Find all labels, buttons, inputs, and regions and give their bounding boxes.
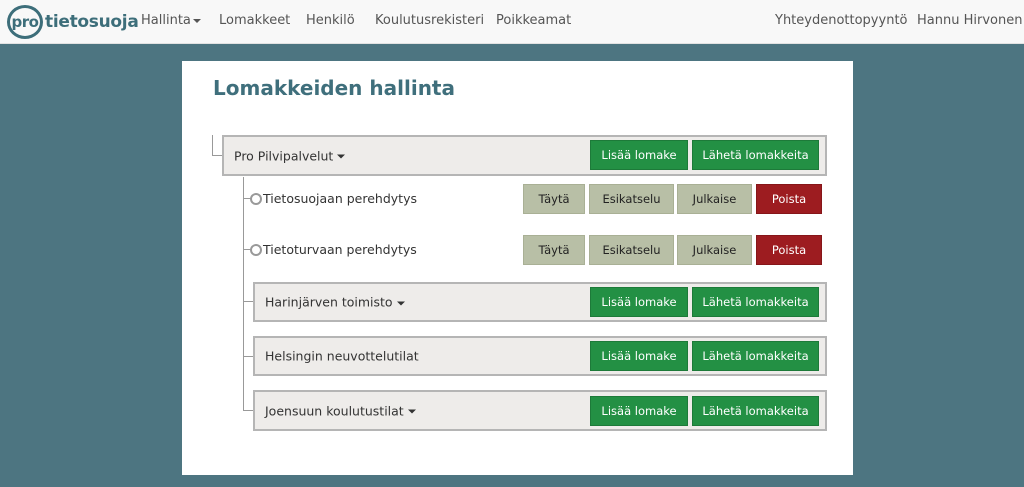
page-title: Lomakkeiden hallinta — [213, 76, 455, 100]
group-harinjarvi: Harinjärven toimisto Lisää lomake Lähetä… — [253, 282, 827, 322]
nav-henkilo[interactable]: Henkilö — [306, 13, 355, 28]
group-helsinki-label: Helsingin neuvottelutilat — [265, 349, 419, 364]
tree-line — [243, 356, 253, 357]
radio-icon[interactable] — [250, 244, 262, 256]
add-form-button[interactable]: Lisää lomake — [590, 396, 688, 426]
group-root-name: Pro Pilvipalvelut — [234, 148, 334, 163]
preview-button[interactable]: Esikatselu — [589, 184, 674, 214]
send-forms-button[interactable]: Lähetä lomakkeita — [692, 341, 819, 371]
send-forms-button[interactable]: Lähetä lomakkeita — [692, 287, 819, 317]
send-forms-button[interactable]: Lähetä lomakkeita — [692, 396, 819, 426]
publish-button[interactable]: Julkaise — [677, 235, 752, 265]
main-panel: Lomakkeiden hallinta Pro Pilvipalvelut L… — [182, 61, 853, 475]
brand-logo[interactable]: pro tietosuoja — [7, 5, 139, 39]
nav-koulutusrekisteri[interactable]: Koulutusrekisteri — [375, 13, 484, 28]
add-form-button[interactable]: Lisää lomake — [590, 341, 688, 371]
nav-poikkeamat[interactable]: Poikkeamat — [496, 13, 571, 28]
caret-down-icon — [396, 301, 405, 305]
tree-line — [243, 177, 244, 410]
nav-hallinta-label: Hallinta — [141, 13, 191, 28]
send-forms-button[interactable]: Lähetä lomakkeita — [692, 140, 819, 170]
form-item: Tietoturvaan perehdytys Täytä Esikatselu… — [250, 235, 825, 265]
form-item: Tietosuojaan perehdytys Täytä Esikatselu… — [250, 184, 825, 214]
delete-button[interactable]: Poista — [756, 235, 822, 265]
group-name: Harinjärven toimisto — [265, 294, 393, 310]
publish-button[interactable]: Julkaise — [677, 184, 752, 214]
tree-line — [243, 410, 253, 411]
delete-button[interactable]: Poista — [756, 184, 822, 214]
group-name: Joensuun koulutustilat — [265, 403, 404, 418]
form-name: Tietosuojaan perehdytys — [263, 191, 417, 206]
group-root-dropdown[interactable]: Pro Pilvipalvelut — [234, 148, 346, 163]
form-name: Tietoturvaan perehdytys — [263, 242, 417, 257]
tree-line — [243, 301, 253, 302]
group-harinjarvi-dropdown[interactable]: Harinjärven toimisto — [265, 295, 405, 310]
user-menu-dropdown[interactable]: Hannu Hirvonen — [917, 13, 1024, 28]
logo-badge: pro — [7, 5, 43, 39]
fill-button[interactable]: Täytä — [523, 235, 585, 265]
tree-line — [212, 155, 222, 156]
logo-text: tietosuoja — [45, 12, 139, 32]
caret-down-icon — [192, 18, 201, 23]
nav-yhteydenottopyynto[interactable]: Yhteydenottopyyntö — [775, 13, 908, 28]
group-joensuu-dropdown[interactable]: Joensuun koulutustilat — [265, 403, 416, 418]
radio-icon[interactable] — [250, 193, 262, 205]
add-form-button[interactable]: Lisää lomake — [590, 140, 688, 170]
caret-down-icon — [337, 154, 346, 159]
group-helsinki: Helsingin neuvottelutilat Lisää lomake L… — [253, 336, 827, 376]
group-root: Pro Pilvipalvelut Lisää lomake Lähetä lo… — [222, 135, 827, 176]
group-name: Helsingin neuvottelutilat — [265, 348, 419, 364]
group-joensuu: Joensuun koulutustilat Lisää lomake Lähe… — [253, 390, 827, 431]
top-navbar: pro tietosuoja Hallinta Lomakkeet Henkil… — [0, 0, 1024, 44]
add-form-button[interactable]: Lisää lomake — [590, 287, 688, 317]
tree-line — [212, 135, 213, 156]
caret-down-icon — [407, 409, 416, 414]
user-name-label: Hannu Hirvonen — [917, 13, 1023, 28]
preview-button[interactable]: Esikatselu — [589, 235, 674, 265]
nav-lomakkeet[interactable]: Lomakkeet — [219, 13, 290, 28]
nav-hallinta-dropdown[interactable]: Hallinta — [141, 13, 201, 28]
fill-button[interactable]: Täytä — [523, 184, 585, 214]
